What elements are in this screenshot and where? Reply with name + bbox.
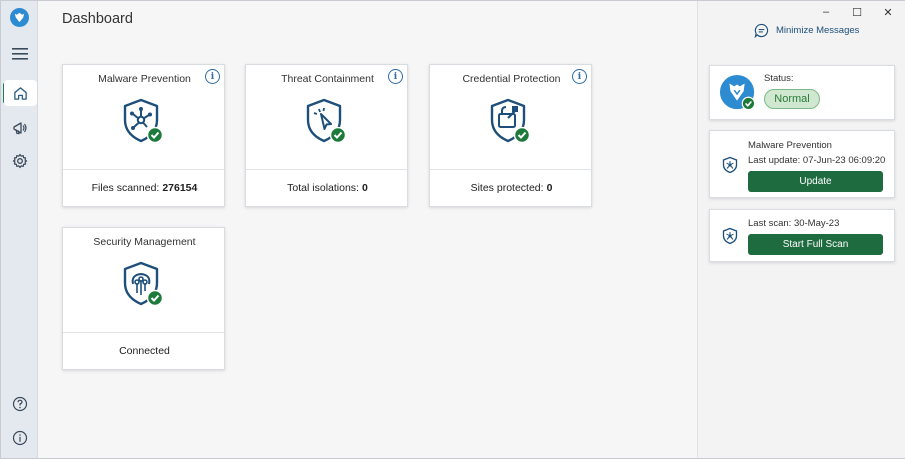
info-button[interactable]: i bbox=[388, 69, 403, 84]
close-window-button[interactable]: ✕ bbox=[878, 6, 898, 19]
minimize-window-button[interactable]: – bbox=[816, 6, 836, 18]
maximize-window-button[interactable]: ☐ bbox=[847, 6, 867, 19]
app-logo bbox=[10, 8, 29, 27]
card-credential-protection[interactable]: Credential Protection i Sites protected:… bbox=[429, 64, 593, 207]
nav-home[interactable] bbox=[4, 80, 37, 106]
nav-about[interactable] bbox=[7, 425, 33, 451]
footer-label: Sites protected: bbox=[470, 182, 544, 194]
card-threat-containment[interactable]: Threat Containment i Total isolations: 0 bbox=[245, 64, 409, 207]
last-update-text: Last update: 07-Jun-23 06:09:20 bbox=[748, 155, 886, 166]
update-panel: Malware Prevention Last update: 07-Jun-2… bbox=[709, 130, 895, 198]
info-button[interactable]: i bbox=[572, 69, 587, 84]
status-badge: Normal bbox=[764, 89, 820, 109]
card-title: Threat Containment bbox=[281, 73, 374, 85]
card-security-management[interactable]: Security Management Connected bbox=[62, 227, 226, 370]
card-title: Credential Protection bbox=[462, 73, 561, 85]
gear-icon bbox=[12, 153, 28, 169]
footer-label: Connected bbox=[119, 345, 170, 357]
footer-label: Files scanned: bbox=[91, 182, 160, 194]
info-icon: i bbox=[393, 71, 398, 82]
nav-help[interactable] bbox=[7, 391, 33, 417]
containment-shield-icon bbox=[306, 98, 347, 144]
card-malware-prevention[interactable]: Malware Prevention i Files scanned: 27615… bbox=[62, 64, 226, 207]
message-panel: – ☐ ✕ Minimize Messages Status: Normal M… bbox=[697, 1, 905, 458]
card-footer: Files scanned: 276154 bbox=[63, 169, 226, 206]
update-title: Malware Prevention bbox=[748, 140, 832, 151]
card-title: Malware Prevention bbox=[98, 73, 191, 85]
malware-shield-icon bbox=[123, 98, 164, 144]
megaphone-icon bbox=[13, 122, 27, 135]
info-icon: i bbox=[577, 71, 582, 82]
status-shield-logo-icon bbox=[719, 74, 756, 111]
minimize-messages-label: Minimize Messages bbox=[776, 25, 860, 36]
footer-value: 0 bbox=[361, 182, 368, 194]
nav-notifications[interactable] bbox=[7, 115, 33, 141]
nav-settings[interactable] bbox=[7, 148, 33, 174]
scan-panel: Last scan: 30-May-23 Start Full Scan bbox=[709, 209, 895, 262]
app-window: Dashboard Malware Prevention i Files sca… bbox=[0, 0, 905, 459]
main-content: Dashboard Malware Prevention i Files sca… bbox=[39, 1, 697, 458]
malware-small-icon bbox=[722, 156, 738, 174]
menu-button[interactable] bbox=[7, 41, 33, 67]
footer-value: 0 bbox=[546, 182, 553, 194]
info-icon: i bbox=[210, 71, 215, 82]
card-footer: Sites protected: 0 bbox=[430, 169, 593, 206]
help-icon bbox=[12, 396, 28, 412]
scan-shield-icon bbox=[722, 227, 738, 245]
hamburger-icon bbox=[12, 48, 28, 60]
footer-value: 276154 bbox=[162, 182, 198, 194]
app-logo-icon bbox=[14, 12, 25, 23]
start-full-scan-button[interactable]: Start Full Scan bbox=[748, 234, 883, 255]
management-shield-icon bbox=[123, 261, 164, 307]
last-scan-text: Last scan: 30-May-23 bbox=[748, 218, 840, 229]
footer-label: Total isolations: bbox=[287, 182, 359, 194]
credential-shield-icon bbox=[490, 98, 531, 144]
info-icon bbox=[12, 430, 28, 446]
chat-bubble-icon bbox=[754, 23, 769, 38]
status-panel: Status: Normal bbox=[709, 65, 895, 120]
info-button[interactable]: i bbox=[205, 69, 220, 84]
card-footer: Total isolations: 0 bbox=[246, 169, 409, 206]
page-title: Dashboard bbox=[62, 11, 133, 27]
home-icon bbox=[14, 86, 27, 100]
update-button[interactable]: Update bbox=[748, 171, 883, 192]
minimize-messages-button[interactable]: Minimize Messages bbox=[754, 23, 859, 38]
card-title: Security Management bbox=[93, 236, 196, 248]
navigation-rail bbox=[1, 1, 38, 458]
card-footer: Connected bbox=[63, 332, 226, 369]
status-label: Status: bbox=[764, 73, 794, 84]
